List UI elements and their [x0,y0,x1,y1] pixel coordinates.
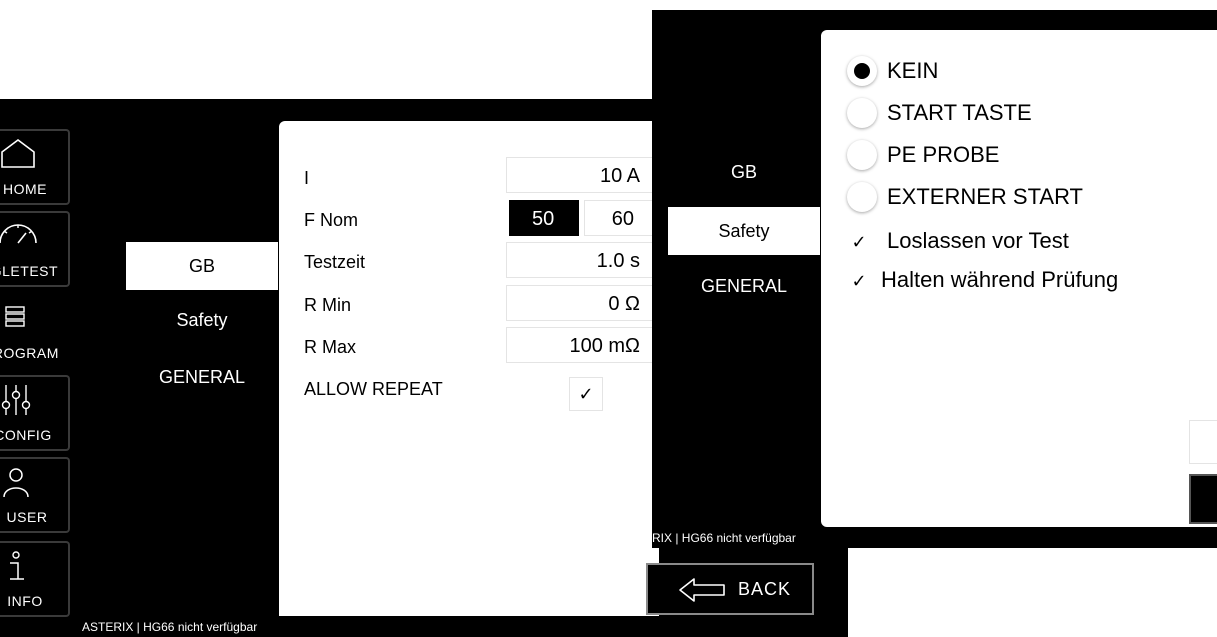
sidebar-user-button[interactable]: USER [0,457,70,533]
radio-externer-start-label: EXTERNER START [887,184,1083,209]
allow-repeat-checkbox[interactable]: ✓ [569,377,603,411]
radio-externer-start-button[interactable] [847,182,877,212]
radio-kein-label: KEIN [887,58,939,83]
sidebar-singletest-button[interactable]: SINGLETEST [0,211,70,287]
tab-safety[interactable]: Safety [126,296,278,344]
partial-field-right[interactable] [1189,420,1217,464]
sliders-icon [1,385,31,415]
sidebar-home-button[interactable]: HOME [0,129,70,205]
sidebar-program-button[interactable]: PROGRAM [0,293,70,369]
sidebar-info-button[interactable]: INFO [0,541,70,617]
gauge-icon [0,224,37,244]
partial-button-right[interactable] [1189,474,1217,524]
f-nom-option-60[interactable]: 60 [584,200,659,236]
tab-general-front[interactable]: GENERAL [668,262,820,310]
gb-settings-panel: I 10 A F Nom 50 60 Testzeit 1.0 s R Min … [279,121,659,616]
sidebar-singletest-label: SINGLETEST [0,263,59,279]
row-label-f-nom: F Nom [304,210,358,230]
loslassen-check-icon[interactable]: ✓ [847,230,871,254]
row-label-r-max: R Max [304,337,357,357]
sidebar-config-label: CONFIG [0,427,52,443]
f-nom-option-50[interactable]: 50 [509,200,579,236]
testzeit-value-field[interactable]: 1.0 s [506,242,659,278]
list-icon [5,306,25,327]
tab-general[interactable]: GENERAL [126,353,278,401]
loslassen-label: Loslassen vor Test [887,228,1069,253]
row-label-allow-repeat: ALLOW REPEAT [304,379,443,399]
row-label-testzeit: Testzeit [304,252,366,272]
home-icon [1,139,35,168]
radio-pe-probe-button[interactable] [847,140,877,170]
radio-pe-probe-label: PE PROBE [887,142,1000,167]
front-window: GB Safety GENERAL KEIN START TASTE PE PR… [652,10,1217,548]
info-icon [10,551,24,580]
r-min-value-field[interactable]: 0 Ω [506,285,659,321]
row-label-i: I [304,168,310,188]
sidebar-program-label: PROGRAM [0,345,59,361]
status-bar-text: ASTERIX | HG66 nicht verfügbar [82,620,258,634]
radio-kein-button[interactable] [847,56,877,86]
user-icon [3,468,29,498]
sidebar-info-label: INFO [7,593,43,609]
sidebar-config-button[interactable]: CONFIG [0,375,70,451]
arrow-left-icon [679,578,725,602]
halten-label: Halten während Prüfung [881,267,1119,292]
status-bar-text-front: RIX | HG66 nicht verfügbar [652,531,796,545]
halten-check-icon[interactable]: ✓ [847,269,871,293]
sidebar-home-label: HOME [3,181,47,197]
radio-start-taste-label: START TASTE [887,100,1032,125]
sidebar-user-label: USER [6,509,48,525]
safety-settings-panel: KEIN START TASTE PE PROBE EXTERNER START… [821,30,1217,527]
r-max-value-field[interactable]: 100 mΩ [506,327,659,363]
tab-gb-front[interactable]: GB [668,148,820,196]
back-button[interactable]: BACK [646,563,814,615]
tab-gb[interactable]: GB [126,242,278,290]
row-label-r-min: R Min [304,295,352,315]
i-value-field[interactable]: 10 A [506,157,659,193]
tab-safety-front[interactable]: Safety [668,207,820,255]
back-button-label: BACK [738,579,792,599]
radio-start-taste-button[interactable] [847,98,877,128]
